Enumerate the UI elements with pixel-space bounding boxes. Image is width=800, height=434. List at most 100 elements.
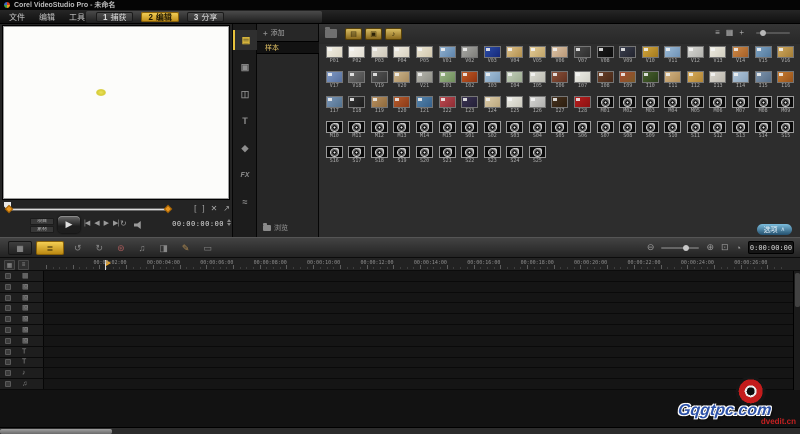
track-enable-toggle[interactable]: [5, 349, 11, 355]
library-item-P03[interactable]: P03: [368, 46, 391, 71]
graphic-icon[interactable]: ◆: [233, 138, 257, 158]
video-thumbnail[interactable]: [461, 46, 478, 58]
image-thumbnail[interactable]: [461, 71, 478, 83]
library-item-V13[interactable]: V13: [707, 46, 730, 71]
sound-thumbnail[interactable]: [529, 121, 546, 133]
image-thumbnail[interactable]: [393, 96, 410, 108]
sound-thumbnail[interactable]: [709, 121, 726, 133]
trim-handle-right[interactable]: [164, 205, 172, 213]
library-item-I09[interactable]: I09: [616, 71, 639, 96]
music-thumbnail[interactable]: [642, 96, 659, 108]
track-lane[interactable]: [44, 336, 800, 346]
video-thumbnail[interactable]: [664, 46, 681, 58]
library-item-M10[interactable]: M10: [323, 121, 346, 146]
track-enable-toggle[interactable]: [5, 273, 11, 279]
library-item-S18[interactable]: S18: [368, 146, 391, 171]
add-folder-button[interactable]: + 添加: [257, 27, 319, 39]
undo-icon[interactable]: ↺: [74, 243, 82, 254]
timeline-view-button[interactable]: ≣: [36, 241, 64, 255]
library-item-M14[interactable]: M14: [413, 121, 436, 146]
thumbnail-size-slider[interactable]: [756, 32, 790, 34]
library-item-I04[interactable]: I04: [504, 71, 527, 96]
end-button[interactable]: ▶|: [113, 219, 118, 227]
sound-thumbnail[interactable]: [484, 146, 501, 158]
image-thumbnail[interactable]: [484, 71, 501, 83]
scrub-bar[interactable]: [9, 208, 169, 211]
video-thumbnail[interactable]: [348, 71, 365, 83]
music-thumbnail[interactable]: [709, 96, 726, 108]
photo-thumbnail[interactable]: [326, 46, 343, 58]
track-enable-toggle[interactable]: [5, 316, 11, 322]
timeline-ruler[interactable]: ▦ ≡ 00:00:02:0000:00:04:0000:00:06:0000:…: [0, 257, 800, 271]
auto-music-icon[interactable]: ♫: [139, 243, 146, 253]
library-item-I06[interactable]: I06: [549, 71, 572, 96]
library-item-I25[interactable]: I25: [504, 96, 527, 121]
repeat-button[interactable]: ↻: [120, 219, 127, 228]
library-item-I27[interactable]: I27: [549, 96, 572, 121]
show-photo-button[interactable]: ▣: [365, 28, 382, 40]
library-item-S11[interactable]: S11: [684, 121, 707, 146]
instant-project-icon[interactable]: ▣: [233, 57, 257, 77]
library-item-V20[interactable]: V20: [391, 71, 414, 96]
library-item-I16[interactable]: I16: [774, 71, 797, 96]
image-thumbnail[interactable]: [777, 71, 794, 83]
library-item-M09[interactable]: M09: [774, 96, 797, 121]
mark-out-button[interactable]: ]: [202, 204, 204, 213]
library-item-V08[interactable]: V08: [594, 46, 617, 71]
video-thumbnail[interactable]: [732, 46, 749, 58]
library-item-V14[interactable]: V14: [729, 46, 752, 71]
library-folder-icon[interactable]: [325, 29, 337, 38]
image-thumbnail[interactable]: [687, 71, 704, 83]
library-item-S03[interactable]: S03: [504, 121, 527, 146]
library-item-V02[interactable]: V02: [458, 46, 481, 71]
library-item-I05[interactable]: I05: [526, 71, 549, 96]
motion-path-icon[interactable]: ≈: [233, 192, 257, 212]
image-thumbnail[interactable]: [551, 96, 568, 108]
library-item-I10[interactable]: I10: [639, 71, 662, 96]
library-item-S10[interactable]: S10: [662, 121, 685, 146]
sound-thumbnail[interactable]: [777, 121, 794, 133]
music-thumbnail[interactable]: [755, 96, 772, 108]
zoom-in-icon[interactable]: ⊕: [706, 242, 714, 253]
redo-icon[interactable]: ↻: [96, 243, 104, 254]
library-item-I24[interactable]: I24: [481, 96, 504, 121]
library-item-S14[interactable]: S14: [752, 121, 775, 146]
track-enable-toggle[interactable]: [5, 381, 11, 387]
list-view-icon[interactable]: ≡: [715, 28, 720, 37]
video-thumbnail[interactable]: [574, 46, 591, 58]
library-item-S13[interactable]: S13: [729, 121, 752, 146]
library-item-S16[interactable]: S16: [323, 146, 346, 171]
image-thumbnail[interactable]: [326, 96, 343, 108]
transition-icon[interactable]: ◫: [233, 84, 257, 104]
library-item-S01[interactable]: S01: [458, 121, 481, 146]
track-enable-toggle[interactable]: [5, 327, 11, 333]
track-enable-toggle[interactable]: [5, 359, 11, 365]
sound-thumbnail[interactable]: [506, 121, 523, 133]
music-thumbnail[interactable]: [664, 96, 681, 108]
image-thumbnail[interactable]: [439, 71, 456, 83]
zoom-out-icon[interactable]: ⊖: [647, 242, 655, 253]
slider-thumb[interactable]: [760, 30, 766, 36]
photo-thumbnail[interactable]: [393, 46, 410, 58]
library-item-I15[interactable]: I15: [752, 71, 775, 96]
video-thumbnail[interactable]: [755, 46, 772, 58]
home-button[interactable]: |◀: [84, 219, 89, 227]
volume-icon[interactable]: [134, 221, 143, 229]
show-audio-button[interactable]: ♪: [385, 28, 402, 40]
library-item-V16[interactable]: V16: [774, 46, 797, 71]
library-item-V05[interactable]: V05: [526, 46, 549, 71]
sound-thumbnail[interactable]: [326, 146, 343, 158]
library-item-M15[interactable]: M15: [436, 121, 459, 146]
music-thumbnail[interactable]: [393, 121, 410, 133]
library-item-M04[interactable]: M04: [662, 96, 685, 121]
track-lane[interactable]: [44, 303, 800, 313]
sound-thumbnail[interactable]: [597, 121, 614, 133]
trim-handle-left[interactable]: [5, 205, 13, 213]
library-item-I22[interactable]: I22: [436, 96, 459, 121]
step-tab-capture[interactable]: 1捕获: [96, 12, 133, 22]
library-item-I14[interactable]: I14: [729, 71, 752, 96]
library-item-M12[interactable]: M12: [368, 121, 391, 146]
sound-thumbnail[interactable]: [619, 121, 636, 133]
image-thumbnail[interactable]: [529, 71, 546, 83]
music-thumbnail[interactable]: [597, 96, 614, 108]
